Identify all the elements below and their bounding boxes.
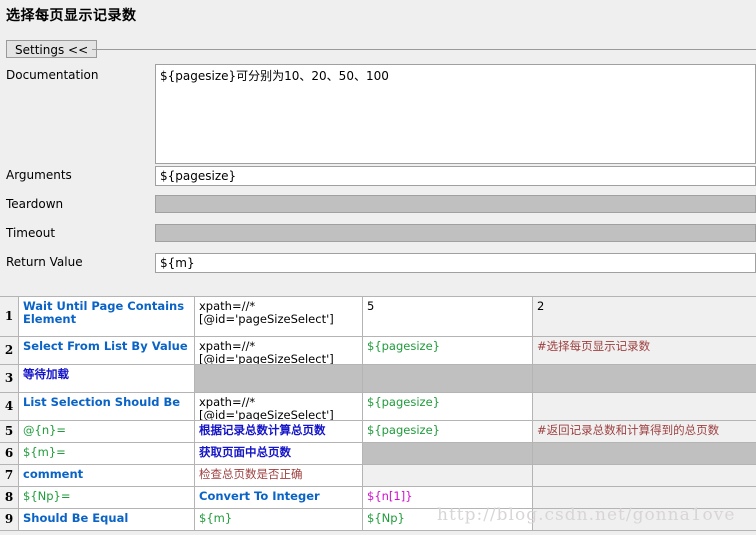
table-row[interactable]: 3 等待加载 [0, 365, 756, 393]
grid-cell-arg3[interactable]: 2 [533, 297, 756, 337]
grid-cell-keyword[interactable]: Should Be Equal [19, 509, 195, 531]
arguments-label: Arguments [6, 168, 72, 182]
return-value-input[interactable]: ${m} [155, 253, 756, 273]
row-number: 8 [0, 487, 19, 509]
timeout-label: Timeout [6, 226, 56, 240]
grid-cell-keyword[interactable]: comment [19, 465, 195, 487]
table-row[interactable]: 6 ${m}= 获取页面中总页数 [0, 443, 756, 465]
return-value-label: Return Value [6, 255, 83, 269]
row-number: 9 [0, 509, 19, 531]
row-number: 3 [0, 365, 19, 393]
row-number: 1 [0, 297, 19, 337]
timeout-input[interactable] [155, 224, 756, 242]
grid-cell-arg1[interactable] [195, 365, 363, 393]
grid-cell-keyword[interactable]: Convert To Integer [195, 487, 363, 509]
row-number: 5 [0, 421, 19, 443]
tab-settings[interactable]: Settings << [6, 40, 98, 58]
grid-cell-assign[interactable]: ${m}= [19, 443, 195, 465]
grid-cell-assign[interactable]: @{n}= [19, 421, 195, 443]
table-row[interactable]: 5 @{n}= 根据记录总数计算总页数 ${pagesize} #返回记录总数和… [0, 421, 756, 443]
grid-cell-arg2[interactable]: ${pagesize} [363, 393, 533, 421]
grid-cell-arg1[interactable] [363, 443, 533, 465]
table-row[interactable]: 4 List Selection Should Be xpath=//*[@id… [0, 393, 756, 421]
table-row[interactable]: 2 Select From List By Value xpath=//*[@i… [0, 337, 756, 365]
grid-cell-keyword[interactable]: Wait Until Page Contains Element [19, 297, 195, 337]
teardown-input[interactable] [155, 195, 756, 213]
grid-cell-arg2[interactable] [533, 487, 756, 509]
documentation-label: Documentation [6, 68, 99, 82]
grid-cell-comment[interactable]: 检查总页数是否正确 [195, 465, 363, 487]
grid-cell-keyword[interactable]: 获取页面中总页数 [195, 443, 363, 465]
grid-cell-arg3[interactable] [533, 393, 756, 421]
grid-cell-assign[interactable]: ${Np}= [19, 487, 195, 509]
field-row-documentation: Documentation ${pagesize}可分别为10、20、50、10… [0, 64, 756, 164]
grid-cell-arg3[interactable] [533, 509, 756, 531]
grid-cell-keyword[interactable]: 等待加载 [19, 365, 195, 393]
teardown-label: Teardown [6, 197, 64, 211]
grid-cell-arg2[interactable] [533, 465, 756, 487]
grid-cell-comment[interactable]: #返回记录总数和计算得到的总页数 [533, 421, 756, 443]
tab-strip: Settings << [0, 40, 756, 60]
field-row-teardown: Teardown [0, 193, 756, 222]
field-row-timeout: Timeout [0, 222, 756, 251]
row-number: 2 [0, 337, 19, 365]
grid-cell-comment[interactable]: #选择每页显示记录数 [533, 337, 756, 365]
table-row[interactable]: 7 comment 检查总页数是否正确 [0, 465, 756, 487]
grid-cell-arg1[interactable]: xpath=//*[@id='pageSizeSelect'] [195, 297, 363, 337]
grid-cell-arg2[interactable]: ${Np} [363, 509, 533, 531]
grid-cell-keyword[interactable]: List Selection Should Be [19, 393, 195, 421]
keyword-grid[interactable]: 1 Wait Until Page Contains Element xpath… [0, 296, 756, 531]
grid-cell-arg1[interactable]: ${n[1]} [363, 487, 533, 509]
grid-cell-arg2[interactable] [533, 443, 756, 465]
page-title: 选择每页显示记录数 [6, 8, 137, 24]
field-row-return-value: Return Value ${m} [0, 251, 756, 281]
table-row[interactable]: 1 Wait Until Page Contains Element xpath… [0, 297, 756, 337]
arguments-input[interactable]: ${pagesize} [155, 166, 756, 186]
grid-cell-arg2[interactable]: 5 [363, 297, 533, 337]
grid-cell-arg1[interactable] [363, 465, 533, 487]
grid-cell-arg3[interactable] [533, 365, 756, 393]
grid-cell-keyword[interactable]: Select From List By Value [19, 337, 195, 365]
row-number: 6 [0, 443, 19, 465]
grid-cell-arg1[interactable]: xpath=//*[@id='pageSizeSelect'] [195, 337, 363, 365]
grid-cell-keyword[interactable]: 根据记录总数计算总页数 [195, 421, 363, 443]
grid-cell-arg2[interactable] [363, 365, 533, 393]
documentation-input[interactable]: ${pagesize}可分别为10、20、50、100 [155, 64, 756, 164]
grid-cell-arg1[interactable]: ${pagesize} [363, 421, 533, 443]
row-number: 7 [0, 465, 19, 487]
row-number: 4 [0, 393, 19, 421]
grid-cell-arg1[interactable]: ${m} [195, 509, 363, 531]
tab-strip-divider [92, 49, 756, 50]
grid-cell-arg1[interactable]: xpath=//*[@id='pageSizeSelect'] [195, 393, 363, 421]
grid-cell-arg2[interactable]: ${pagesize} [363, 337, 533, 365]
table-row[interactable]: 8 ${Np}= Convert To Integer ${n[1]} [0, 487, 756, 509]
table-row[interactable]: 9 Should Be Equal ${m} ${Np} [0, 509, 756, 531]
settings-form: Documentation ${pagesize}可分别为10、20、50、10… [0, 64, 756, 281]
field-row-arguments: Arguments ${pagesize} [0, 164, 756, 193]
